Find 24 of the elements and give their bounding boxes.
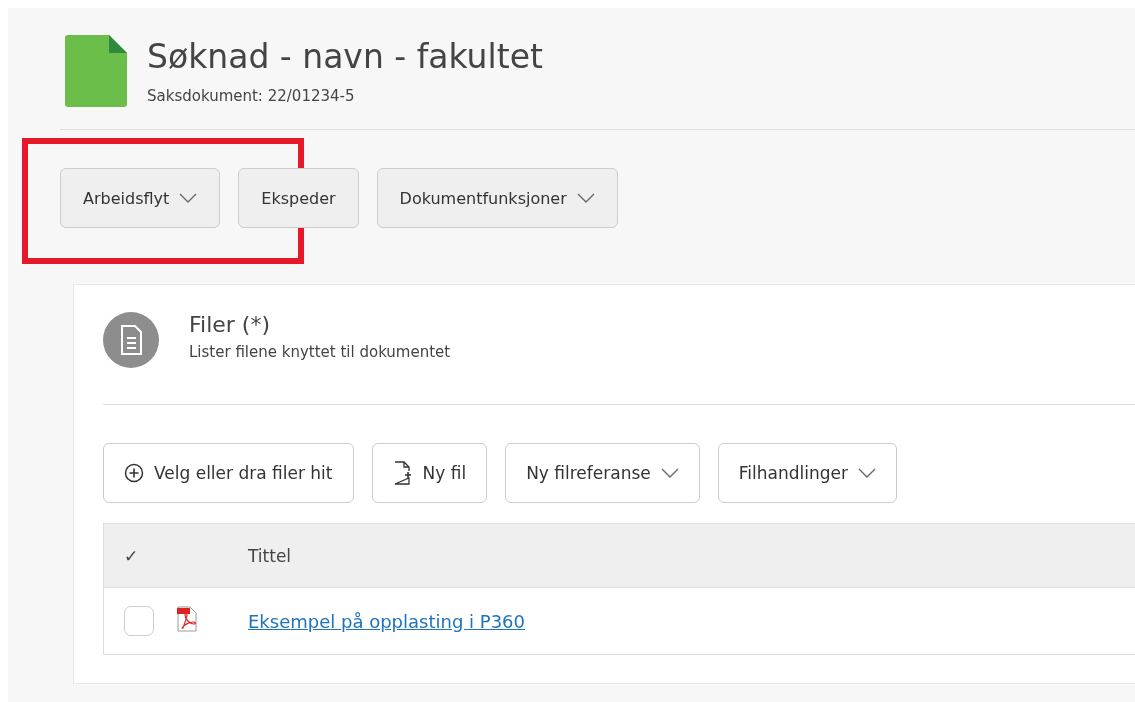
chevron-down-icon (660, 468, 679, 478)
chevron-down-icon (858, 468, 876, 478)
new-file-icon (392, 461, 413, 485)
chevron-down-icon (179, 193, 198, 203)
document-icon (65, 35, 127, 107)
action-button[interactable]: Filhandlinger (717, 443, 897, 503)
document-subtitle: Saksdokument: 22/01234-5 (147, 86, 356, 105)
plus-circle-icon (124, 463, 144, 483)
row-checkbox[interactable] (124, 606, 154, 636)
toolbar-button[interactable]: Dokumentfunksjoner (376, 168, 618, 228)
file-link[interactable]: Eksempel på opplasting i P360 (248, 610, 525, 632)
pdf-file-icon (176, 606, 198, 632)
section-title: Filer (*) (189, 312, 272, 337)
toolbar-button[interactable]: Arbeidsflyt (60, 168, 221, 228)
action-button[interactable]: Velg eller dra filer hit (103, 443, 354, 503)
column-header: ✓ (123, 545, 140, 566)
document-title: Søknad - navn - fakultet (147, 37, 543, 77)
action-button[interactable]: Ny fil (371, 443, 488, 503)
chevron-down-icon (576, 193, 595, 203)
document-icon (103, 312, 159, 368)
column-header: Tittel (248, 545, 292, 566)
section-description: Lister filene knyttet til dokumentet (189, 343, 451, 361)
toolbar-button[interactable]: Ekspeder (238, 168, 359, 228)
action-button[interactable]: Ny filreferanse (505, 443, 700, 503)
